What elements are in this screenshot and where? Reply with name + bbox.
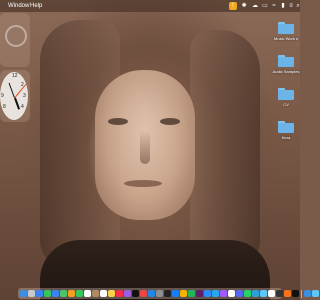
dock-tv-icon[interactable] [132,290,139,297]
dock-safari-icon[interactable] [36,290,43,297]
clock-face: 12 2 3 4 8 9 [0,72,28,120]
wallpaper-eye-left [108,118,128,125]
dock-downloads-icon[interactable] [312,290,319,297]
dock-notes-icon[interactable] [108,290,115,297]
warning-icon[interactable]: ! [229,2,237,10]
desktop-folder-cv[interactable]: CV [271,88,301,107]
dock-podcasts-icon[interactable] [124,290,131,297]
dock-reminders-icon[interactable] [100,290,107,297]
folder-icon [278,55,294,67]
clock-number-3: 3 [23,93,26,99]
dock-xcode-icon[interactable] [172,290,179,297]
dock-news-icon[interactable] [140,290,147,297]
wallpaper-eye-right [160,118,180,125]
dock-vscode-icon[interactable] [212,290,219,297]
activity-ring-icon [5,25,27,47]
folder-label: Music Work s [274,36,298,41]
dock-terminal-icon[interactable] [164,290,171,297]
menu-help[interactable]: Help [30,0,42,12]
dock-finder-2-icon[interactable] [304,290,311,297]
dock-ableton-icon[interactable] [292,290,299,297]
folder-label: CV [283,102,289,107]
dock-mail-icon[interactable] [52,290,59,297]
dock-zoom-icon[interactable] [204,290,211,297]
wallpaper-mouth [124,180,162,187]
dock-finder-icon[interactable] [20,290,27,297]
wallpaper-nose [140,130,150,164]
clock-number-4: 4 [21,104,24,110]
folder-icon [278,121,294,133]
desktop-folder-audio-samples[interactable]: Audio Samples [271,55,301,74]
folder-icon [278,22,294,34]
dock-discord-icon[interactable] [236,290,243,297]
wifi-icon[interactable]: ≈ [270,2,278,10]
dock-telegram-icon[interactable] [252,290,259,297]
dock-music-icon[interactable] [116,290,123,297]
dock-facetime-icon[interactable] [76,290,83,297]
cloud-icon[interactable]: ☁ [251,2,259,10]
wallpaper-hair-right [190,30,260,270]
dock-launchpad-icon[interactable] [28,290,35,297]
desktop-wallpaper [0,0,300,300]
notification-icon[interactable]: ▭ [261,2,269,10]
clock-widget[interactable]: 12 2 3 4 8 9 [0,70,30,122]
dock-separator [301,289,302,298]
menu-bar: Window Help ! ✺ ☁ ▭ ≈ ▮ ≡ ⌕ [0,0,300,12]
dock-app-store-icon[interactable] [148,290,155,297]
dock [18,288,319,299]
clock-number-8: 8 [3,104,6,110]
folder-icon [278,88,294,100]
folder-label: Nora [281,135,291,140]
battery-icon[interactable]: ▮ [279,2,287,10]
folder-label: Audio Samples [272,69,300,74]
dock-textedit-icon[interactable] [268,290,275,297]
search-icon[interactable]: ⌕ [294,2,302,10]
dock-system-preferences-icon[interactable] [156,290,163,297]
dock-spotify-icon[interactable] [188,290,195,297]
dock-slack-icon[interactable] [196,290,203,297]
dock-maps-icon[interactable] [60,290,67,297]
dock-whatsapp-icon[interactable] [244,290,251,297]
menu-window[interactable]: Window [8,0,29,12]
dock-notion-icon[interactable] [228,290,235,297]
dock-calendar-icon[interactable] [84,290,91,297]
activity-widget[interactable] [0,13,30,67]
clock-hour-hand [14,97,21,110]
dock-chrome-icon[interactable] [180,290,187,297]
dock-garageband-icon[interactable] [284,290,291,297]
dock-contacts-icon[interactable] [92,290,99,297]
dock-figma-icon[interactable] [220,290,227,297]
dock-preview-icon[interactable] [260,290,267,297]
clock-number-12: 12 [12,73,18,79]
desktop-folder-music-works[interactable]: Music Work s [271,22,301,41]
settings-icon[interactable]: ✺ [240,2,248,10]
dock-photos-icon[interactable] [68,290,75,297]
clock-number-9: 9 [1,93,4,99]
dock-messages-icon[interactable] [44,290,51,297]
desktop-folder-nora[interactable]: Nora [271,121,301,140]
dock-logic-pro-icon[interactable] [276,290,283,297]
